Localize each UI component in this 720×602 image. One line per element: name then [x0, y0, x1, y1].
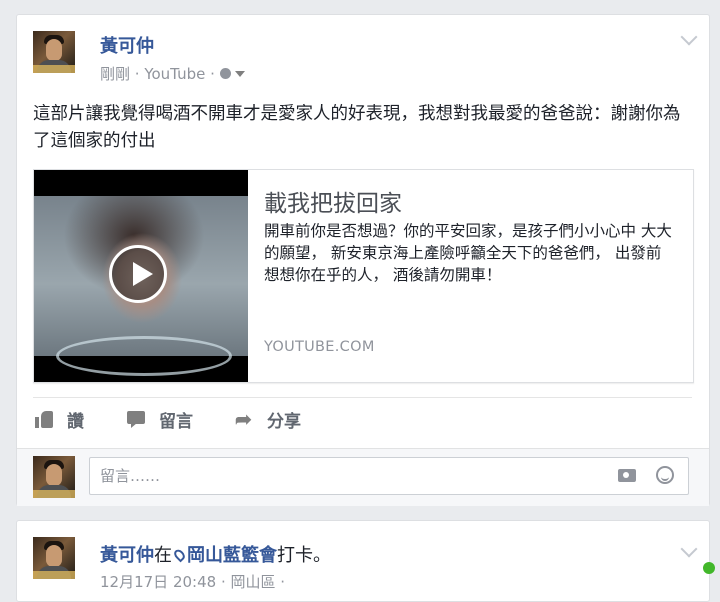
- next-author-avatar[interactable]: [33, 537, 75, 579]
- next-post-options-chevron-icon[interactable]: [680, 540, 698, 558]
- post-meta: 剛剛 · YouTube ·: [100, 63, 245, 84]
- post-time[interactable]: 剛剛: [100, 65, 130, 83]
- location-pin-icon: [172, 547, 187, 563]
- comment-icon: [127, 410, 145, 428]
- divider: [33, 397, 692, 398]
- comment-input[interactable]: [98, 466, 582, 486]
- next-post-card: 黃可仲在 岡山藍籃會打卡。 12月17日 20:48 · 岡山區 ·: [16, 520, 710, 602]
- comment-label: 留言: [159, 411, 193, 432]
- link-title[interactable]: 載我把拔回家: [264, 184, 402, 218]
- share-label: 分享: [267, 411, 301, 432]
- like-label: 讚: [67, 411, 84, 432]
- comment-composer: [17, 448, 709, 506]
- share-button[interactable]: ➦ 分享: [235, 407, 301, 432]
- comment-button[interactable]: 留言: [127, 407, 193, 432]
- like-button[interactable]: 讚: [35, 407, 84, 432]
- place-link[interactable]: 岡山藍籃會: [187, 545, 277, 566]
- link-domain: YOUTUBE.COM: [264, 339, 375, 355]
- post-text: 這部片讓我覺得喝酒不開車才是愛家人的好表現，我想對我最愛的爸爸說：謝謝你為了這個…: [33, 104, 681, 151]
- author-name[interactable]: 黃可仲: [100, 32, 154, 58]
- chevron-down-icon[interactable]: [234, 71, 245, 77]
- online-status-icon: [703, 562, 715, 574]
- next-post-header: 黃可仲在 岡山藍籃會打卡。: [100, 545, 331, 566]
- link-description: 開車前你是否想過？你的平安回家，是孩子們小小心中 大大的願望， 新安東京海上產險…: [264, 222, 672, 284]
- comment-box: [89, 457, 689, 495]
- play-icon[interactable]: [109, 245, 167, 303]
- next-post-meta: 12月17日 20:48 · 岡山區 ·: [100, 573, 286, 591]
- post-source[interactable]: YouTube: [144, 65, 205, 83]
- next-author-name[interactable]: 黃可仲: [100, 545, 154, 566]
- composer-avatar[interactable]: [33, 456, 75, 498]
- thumbs-up-icon: [35, 410, 53, 428]
- camera-icon[interactable]: [618, 469, 636, 482]
- post-card: 黃可仲 剛剛 · YouTube · 這部片讓我覺得喝酒不開車才是愛家人的好表現…: [16, 14, 710, 506]
- globe-icon[interactable]: [219, 68, 231, 79]
- author-avatar[interactable]: [33, 31, 75, 73]
- post-options-chevron-icon[interactable]: [680, 28, 698, 46]
- emoji-icon[interactable]: [656, 466, 674, 484]
- share-icon: ➦: [235, 407, 252, 431]
- video-thumbnail[interactable]: [34, 170, 248, 382]
- link-preview[interactable]: 載我把拔回家 開車前你是否想過？你的平安回家，是孩子們小小心中 大大的願望， 新…: [33, 169, 694, 383]
